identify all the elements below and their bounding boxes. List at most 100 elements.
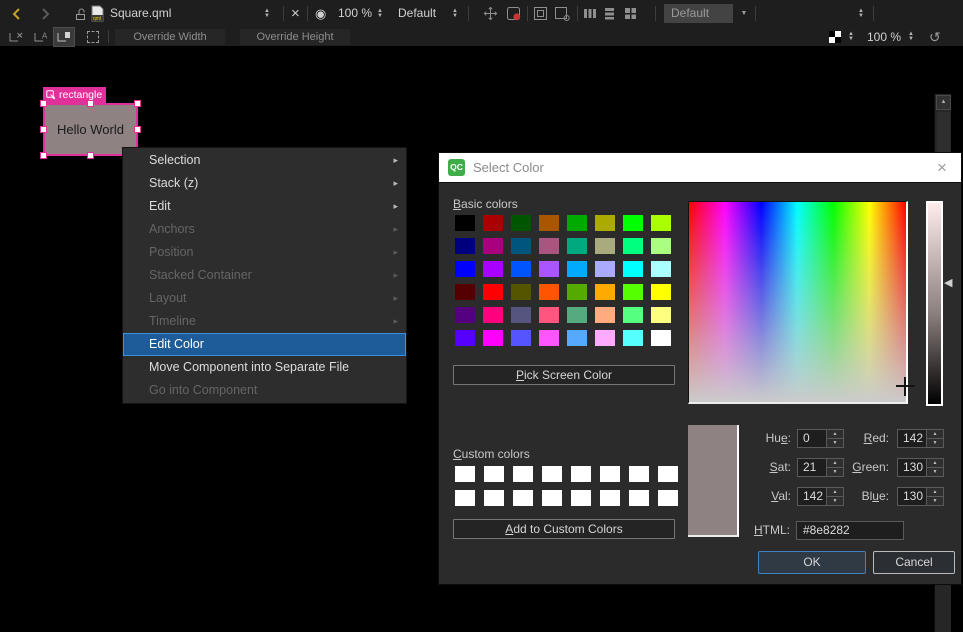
resize-handle-bottom-left[interactable] xyxy=(40,152,47,159)
value-slider[interactable] xyxy=(926,201,943,406)
basic-color-swatch[interactable] xyxy=(511,307,531,323)
dialog-titlebar[interactable]: QC Select Color × xyxy=(439,153,961,183)
resize-handle-bottom-middle[interactable] xyxy=(87,152,94,159)
basic-color-swatch[interactable] xyxy=(567,238,587,254)
resize-handle-top-middle[interactable] xyxy=(87,100,94,107)
basic-color-swatch[interactable] xyxy=(539,284,559,300)
custom-color-swatch[interactable] xyxy=(658,490,678,506)
basic-color-swatch[interactable] xyxy=(455,238,475,254)
file-zoom-stepper-icon[interactable]: ▲▼ xyxy=(377,0,383,27)
reset-zoom-icon[interactable]: ↺ xyxy=(929,27,941,47)
basic-color-swatch[interactable] xyxy=(539,238,559,254)
basic-color-swatch[interactable] xyxy=(595,238,615,254)
basic-color-swatch[interactable] xyxy=(567,215,587,231)
resize-handle-top-right[interactable] xyxy=(134,100,141,107)
run-preview-icon[interactable]: ◉ xyxy=(315,0,326,27)
spin-down-icon[interactable]: ▼ xyxy=(927,497,944,506)
distribute-grid-icon[interactable] xyxy=(624,7,637,20)
basic-color-swatch[interactable] xyxy=(623,284,643,300)
custom-color-swatch[interactable] xyxy=(629,466,649,482)
add-to-custom-colors-button[interactable]: Add to Custom Colors xyxy=(453,519,675,539)
green-value[interactable]: 130 xyxy=(897,458,927,477)
basic-color-swatch[interactable] xyxy=(511,284,531,300)
basic-color-swatch[interactable] xyxy=(455,284,475,300)
canvas-zoom-value[interactable]: 100 % xyxy=(867,27,901,47)
basic-color-swatch[interactable] xyxy=(651,238,671,254)
basic-color-swatch[interactable] xyxy=(595,261,615,277)
basic-color-swatch[interactable] xyxy=(483,307,503,323)
ok-button[interactable]: OK xyxy=(758,551,866,574)
spin-up-icon[interactable]: ▲ xyxy=(927,429,944,439)
basic-color-swatch[interactable] xyxy=(651,330,671,346)
basic-color-swatch[interactable] xyxy=(595,284,615,300)
distribute-horizontal-icon[interactable] xyxy=(583,8,597,19)
scroll-up-icon[interactable]: ▲ xyxy=(936,95,951,110)
hue-saturation-picker[interactable] xyxy=(688,201,908,404)
basic-color-swatch[interactable] xyxy=(483,238,503,254)
override-fill-active-box[interactable] xyxy=(53,27,75,47)
spin-down-icon[interactable]: ▼ xyxy=(927,468,944,477)
custom-color-swatch[interactable] xyxy=(600,466,620,482)
html-color-input[interactable]: #8e8282 xyxy=(796,521,904,540)
sat-value[interactable]: 21 xyxy=(797,458,827,477)
resize-handle-top-left[interactable] xyxy=(40,100,47,107)
custom-color-swatch[interactable] xyxy=(455,466,475,482)
custom-color-swatch[interactable] xyxy=(600,490,620,506)
custom-color-swatch[interactable] xyxy=(571,466,591,482)
override-text-icon[interactable]: A xyxy=(33,30,49,44)
basic-color-swatch[interactable] xyxy=(539,307,559,323)
close-document-icon[interactable]: × xyxy=(291,0,300,27)
back-icon[interactable] xyxy=(10,7,24,21)
spin-up-icon[interactable]: ▲ xyxy=(927,487,944,497)
basic-color-swatch[interactable] xyxy=(455,261,475,277)
red-spinbox[interactable]: 142 ▲▼ xyxy=(897,429,944,448)
basic-color-swatch[interactable] xyxy=(511,215,531,231)
picker-crosshair-icon[interactable] xyxy=(896,385,915,387)
spin-down-icon[interactable]: ▼ xyxy=(927,439,944,448)
basic-color-swatch[interactable] xyxy=(595,307,615,323)
green-spinbox[interactable]: 130 ▲▼ xyxy=(897,458,944,477)
custom-color-swatch[interactable] xyxy=(542,490,562,506)
canvas-zoom-stepper-icon[interactable]: ▲▼ xyxy=(908,27,914,47)
value-slider-arrow-icon[interactable]: ◀ xyxy=(944,275,952,291)
state-stepper-icon[interactable]: ▲▼ xyxy=(452,0,458,27)
basic-color-swatch[interactable] xyxy=(623,215,643,231)
basic-color-swatch[interactable] xyxy=(511,261,531,277)
basic-color-swatch[interactable] xyxy=(455,330,475,346)
basic-color-swatch[interactable] xyxy=(651,215,671,231)
basic-color-swatch[interactable] xyxy=(567,284,587,300)
red-value[interactable]: 142 xyxy=(897,429,927,448)
selection-label-tab[interactable]: rectangle xyxy=(43,87,106,103)
spin-up-icon[interactable]: ▲ xyxy=(927,458,944,468)
custom-color-swatch[interactable] xyxy=(571,490,591,506)
override-none-icon[interactable] xyxy=(8,30,24,44)
custom-color-swatch[interactable] xyxy=(658,466,678,482)
basic-color-swatch[interactable] xyxy=(483,330,503,346)
basic-color-swatch[interactable] xyxy=(483,215,503,231)
checker-stepper-icon[interactable]: ▲▼ xyxy=(848,27,854,47)
distribute-vertical-icon[interactable] xyxy=(604,7,615,20)
extra-stepper-icon[interactable]: ▲▼ xyxy=(858,0,864,27)
basic-color-swatch[interactable] xyxy=(595,215,615,231)
basic-color-swatch[interactable] xyxy=(511,238,531,254)
basic-color-swatch[interactable] xyxy=(567,261,587,277)
basic-color-swatch[interactable] xyxy=(651,307,671,323)
document-stepper-icon[interactable]: ▲▼ xyxy=(264,0,270,27)
basic-color-swatch[interactable] xyxy=(595,330,615,346)
custom-color-swatch[interactable] xyxy=(513,490,533,506)
dialog-close-icon[interactable]: × xyxy=(931,155,953,181)
basic-color-swatch[interactable] xyxy=(623,307,643,323)
hue-value[interactable]: 0 xyxy=(797,429,827,448)
basic-color-swatch[interactable] xyxy=(455,307,475,323)
menu-item-move-component-into-separate-file[interactable]: Move Component into Separate File xyxy=(123,356,406,379)
custom-color-swatch[interactable] xyxy=(484,466,504,482)
document-name[interactable]: Square.qml xyxy=(110,0,171,27)
basic-color-swatch[interactable] xyxy=(567,307,587,323)
override-width-button[interactable]: Override Width xyxy=(115,29,225,45)
basic-color-swatch[interactable] xyxy=(623,330,643,346)
selection-outline-icon[interactable] xyxy=(87,31,99,43)
bounding-rect-anchor-icon[interactable] xyxy=(554,6,570,21)
basic-color-swatch[interactable] xyxy=(623,238,643,254)
event-list-icon[interactable] xyxy=(506,6,521,21)
basic-color-swatch[interactable] xyxy=(539,261,559,277)
